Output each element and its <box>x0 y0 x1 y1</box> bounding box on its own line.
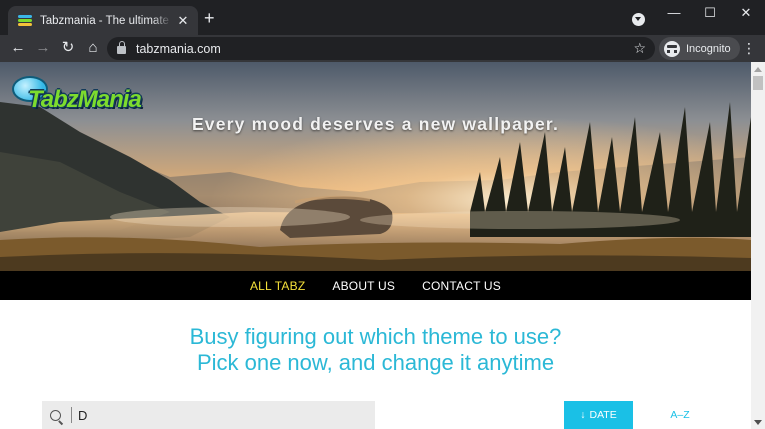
hero-tagline: Every mood deserves a new wallpaper. <box>191 114 560 134</box>
page-headline: Busy figuring out which theme to use? Pi… <box>0 324 751 376</box>
search-input[interactable] <box>78 407 358 423</box>
site-logo[interactable]: TabzMania <box>12 76 157 114</box>
arrow-down-icon: ↓ <box>580 409 586 421</box>
site-navbar: ALL TABZ ABOUT US CONTACT US <box>0 271 751 300</box>
nav-item-contact-us[interactable]: CONTACT US <box>422 279 501 293</box>
sort-date-label: DATE <box>589 409 617 421</box>
page-scrollbar[interactable] <box>751 62 765 429</box>
nav-item-about-us[interactable]: ABOUT US <box>332 279 395 293</box>
home-icon[interactable]: ⌂ <box>84 39 102 57</box>
maximize-button[interactable]: ☐ <box>700 5 720 21</box>
search-divider <box>71 407 72 423</box>
plus-icon[interactable]: + <box>204 9 215 27</box>
window-close-button[interactable]: ✕ <box>736 5 756 21</box>
sort-date-button[interactable]: ↓ DATE <box>564 401 633 429</box>
logo-text: TabzMania <box>28 86 142 113</box>
incognito-label: Incognito <box>686 42 731 55</box>
url-text[interactable]: tabzmania.com <box>136 42 633 56</box>
minimize-button[interactable]: — <box>664 5 684 20</box>
headline-line-2: Pick one now, and change it anytime <box>196 350 555 375</box>
theme-search-bar[interactable] <box>42 401 375 429</box>
forward-icon[interactable]: → <box>34 39 52 57</box>
star-icon[interactable]: ☆ <box>633 40 646 57</box>
scroll-down-arrow-icon[interactable] <box>754 420 762 425</box>
browser-titlebar: Tabzmania - The ultimate new tab ✕ + — ☐… <box>0 0 765 35</box>
browser-tab[interactable]: Tabzmania - The ultimate new tab ✕ <box>8 6 198 35</box>
scrollbar-thumb[interactable] <box>753 76 763 90</box>
sort-az-button[interactable]: A–Z <box>655 401 705 429</box>
address-bar[interactable]: tabzmania.com ☆ <box>107 37 655 60</box>
headline-line-1: Busy figuring out which theme to use? <box>189 324 562 349</box>
tab-title: Tabzmania - The ultimate new tab <box>40 14 172 27</box>
scroll-up-arrow-icon[interactable] <box>754 67 762 72</box>
incognito-icon <box>664 40 680 57</box>
close-icon[interactable]: ✕ <box>176 13 190 29</box>
page-viewport: TabzMania Every mood deserves a new wall… <box>0 62 751 429</box>
favicon-icon <box>18 14 32 27</box>
hero-banner: TabzMania Every mood deserves a new wall… <box>0 62 751 271</box>
tab-search-icon[interactable] <box>632 13 645 26</box>
search-icon <box>50 409 61 421</box>
browser-toolbar: ← → ↻ ⌂ tabzmania.com ☆ Incognito ⋮ <box>0 35 765 62</box>
reload-icon[interactable]: ↻ <box>59 39 77 57</box>
lock-icon[interactable] <box>117 41 126 54</box>
kebab-menu-icon[interactable]: ⋮ <box>742 40 756 56</box>
back-icon[interactable]: ← <box>9 39 27 57</box>
incognito-badge[interactable]: Incognito <box>659 37 740 60</box>
nav-item-all-tabz[interactable]: ALL TABZ <box>250 279 305 293</box>
